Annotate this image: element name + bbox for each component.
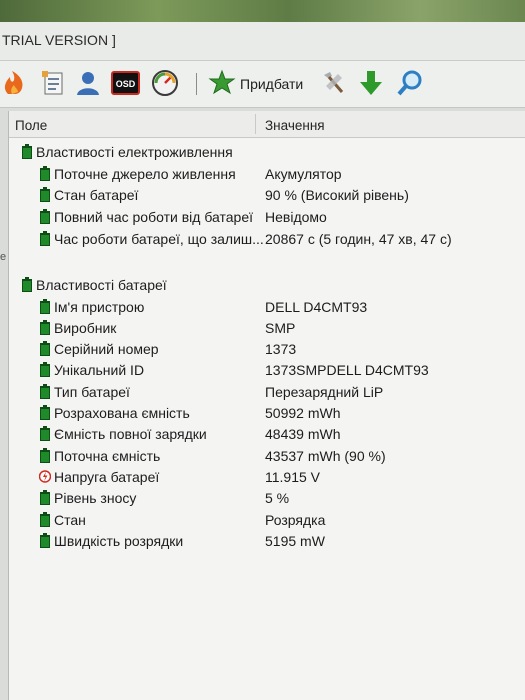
property-field: Поточне джерело живлення bbox=[54, 166, 236, 182]
battery-icon bbox=[21, 144, 33, 159]
property-value: Невідомо bbox=[265, 209, 327, 225]
battery-icon bbox=[39, 405, 51, 420]
battery-icon bbox=[39, 512, 51, 527]
property-row[interactable]: Повний час роботи від батареї Невідомо bbox=[9, 206, 525, 227]
property-value: 11.915 V bbox=[265, 469, 321, 485]
property-value: DELL D4CMT93 bbox=[265, 299, 368, 315]
property-row[interactable]: Рівень зносу 5 % bbox=[9, 487, 525, 508]
property-row[interactable]: Поточне джерело живлення Акумулятор bbox=[9, 163, 525, 184]
property-value: 1373SMPDELL D4CMT93 bbox=[265, 362, 429, 378]
tools-icon[interactable] bbox=[318, 68, 348, 98]
battery-icon bbox=[39, 384, 51, 399]
property-row[interactable]: Унікальний ID 1373SMPDELL D4CMT93 bbox=[9, 359, 525, 380]
property-field: Час роботи батареї, що залиш... bbox=[54, 231, 264, 247]
property-field: Ім'я пристрою bbox=[54, 299, 145, 315]
property-value: 43537 mWh (90 %) bbox=[265, 448, 386, 464]
battery-icon bbox=[21, 277, 33, 292]
voltage-icon bbox=[39, 469, 51, 484]
toolbar: OSD Придбати bbox=[0, 61, 525, 108]
battery-icon bbox=[39, 362, 51, 377]
property-row[interactable]: Ім'я пристрою DELL D4CMT93 bbox=[9, 296, 525, 317]
property-value: 5 % bbox=[265, 490, 290, 506]
battery-icon bbox=[39, 320, 51, 335]
property-row[interactable]: Ємність повної зарядки 48439 mWh bbox=[9, 423, 525, 444]
property-row[interactable]: Поточна ємність 43537 mWh (90 %) bbox=[9, 445, 525, 466]
property-field: Виробник bbox=[54, 320, 117, 336]
property-field: Рівень зносу bbox=[54, 490, 137, 506]
property-row[interactable]: Тип батареї Перезарядний LiP bbox=[9, 381, 525, 402]
group-header[interactable]: Властивості батареї bbox=[9, 274, 525, 295]
property-row[interactable]: Час роботи батареї, що залиш... 20867 с (… bbox=[9, 228, 525, 249]
property-value: 20867 с (5 годин, 47 хв, 47 с) bbox=[265, 231, 452, 247]
user-icon[interactable] bbox=[73, 68, 103, 98]
property-value: 50992 mWh bbox=[265, 405, 341, 421]
property-field: Напруга батареї bbox=[54, 469, 160, 485]
column-header: Поле Значення bbox=[9, 111, 525, 138]
group-header[interactable]: Властивості електроживлення bbox=[9, 141, 525, 162]
property-field: Розрахована ємність bbox=[54, 405, 190, 421]
osd-label: OSD bbox=[116, 79, 136, 89]
property-field: Поточна ємність bbox=[54, 448, 161, 464]
property-value: Акумулятор bbox=[265, 166, 342, 182]
battery-icon bbox=[39, 341, 51, 356]
battery-icon bbox=[39, 490, 51, 505]
battery-icon bbox=[39, 533, 51, 548]
report-icon[interactable] bbox=[38, 68, 68, 98]
side-fragment: e bbox=[0, 251, 7, 263]
download-arrow-icon[interactable] bbox=[356, 68, 386, 98]
header-divider bbox=[255, 114, 256, 134]
search-icon[interactable] bbox=[395, 68, 425, 98]
property-field: Унікальний ID bbox=[54, 362, 145, 378]
buy-button[interactable]: Придбати bbox=[240, 76, 303, 92]
property-field: Ємність повної зарядки bbox=[54, 426, 207, 442]
add-star-icon[interactable] bbox=[207, 68, 237, 98]
property-field: Стан батареї bbox=[54, 187, 139, 203]
property-field: Тип батареї bbox=[54, 384, 130, 400]
value-column-header[interactable]: Значення bbox=[265, 118, 325, 133]
osd-icon[interactable]: OSD bbox=[110, 68, 140, 98]
window-title: TRIAL VERSION ] bbox=[2, 32, 116, 48]
battery-icon bbox=[39, 209, 51, 224]
property-value: 48439 mWh bbox=[265, 426, 341, 442]
property-field: Швидкість розрядки bbox=[54, 533, 184, 549]
property-row[interactable]: Напруга батареї 11.915 V bbox=[9, 466, 525, 487]
property-row[interactable]: Стан Розрядка bbox=[9, 509, 525, 530]
property-row[interactable]: Серійний номер 1373 bbox=[9, 338, 525, 359]
property-value: 1373 bbox=[265, 341, 297, 357]
battery-icon bbox=[39, 231, 51, 246]
property-row[interactable]: Розрахована ємність 50992 mWh bbox=[9, 402, 525, 423]
group-title: Властивості батареї bbox=[36, 277, 167, 293]
title-bar: TRIAL VERSION ] bbox=[0, 22, 525, 61]
group-title: Властивості електроживлення bbox=[36, 144, 233, 160]
property-value: SMP bbox=[265, 320, 296, 336]
property-value: 5195 mW bbox=[265, 533, 325, 549]
property-field: Серійний номер bbox=[54, 341, 159, 357]
property-row[interactable]: Швидкість розрядки 5195 mW bbox=[9, 530, 525, 551]
property-row[interactable]: Виробник SMP bbox=[9, 317, 525, 338]
property-field: Повний час роботи від батареї bbox=[54, 209, 253, 225]
gauge-icon[interactable] bbox=[150, 68, 180, 98]
background-photo-strip bbox=[0, 0, 525, 22]
field-column-header[interactable]: Поле bbox=[15, 118, 47, 133]
property-value: Розрядка bbox=[265, 512, 326, 528]
flame-icon[interactable] bbox=[0, 68, 30, 98]
battery-icon bbox=[39, 426, 51, 441]
property-panel: Поле Значення Властивості електроживленн… bbox=[8, 111, 525, 700]
property-value: 90 % (Високий рівень) bbox=[265, 187, 409, 203]
property-field: Стан bbox=[54, 512, 86, 528]
battery-icon bbox=[39, 187, 51, 202]
battery-icon bbox=[39, 448, 51, 463]
battery-icon bbox=[39, 299, 51, 314]
toolbar-separator bbox=[196, 73, 197, 95]
property-row[interactable]: Стан батареї 90 % (Високий рівень) bbox=[9, 184, 525, 205]
battery-icon bbox=[39, 166, 51, 181]
property-value: Перезарядний LiP bbox=[265, 384, 384, 400]
